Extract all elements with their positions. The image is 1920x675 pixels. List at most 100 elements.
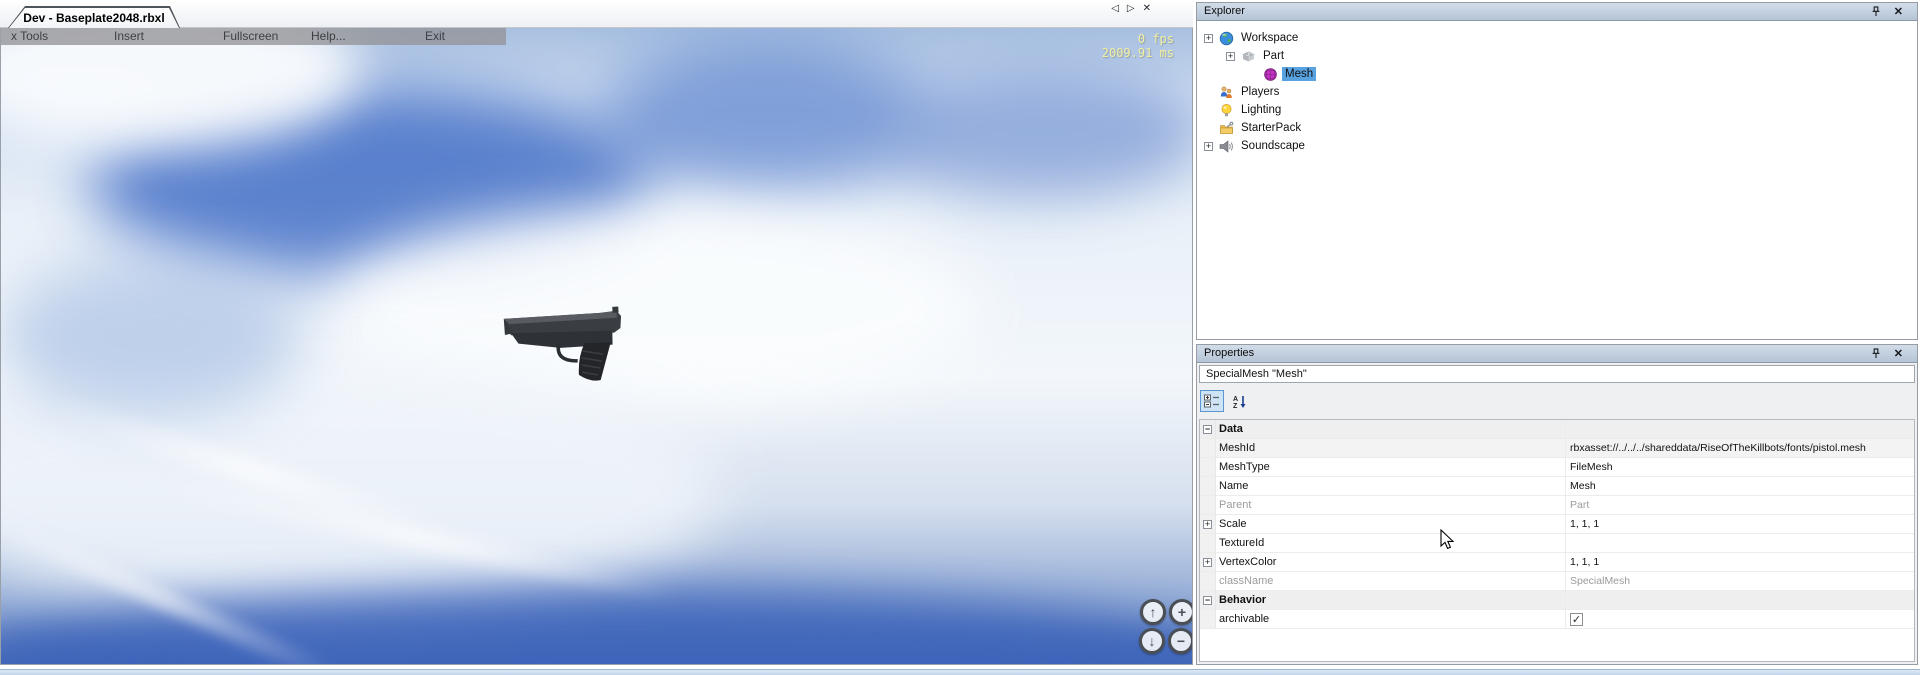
property-name: Scale [1216,515,1565,533]
categorize-icon[interactable] [1200,390,1224,412]
nav-down-button[interactable]: ↓ [1139,628,1165,654]
document-tabstrip: Dev - Baseplate2048.rbxl ◁ ▷ ✕ [0,0,1193,28]
starterpack-icon [1219,121,1234,136]
tree-item-label: Lighting [1238,103,1284,117]
expander-icon[interactable]: + [1204,34,1213,43]
expand-icon[interactable]: + [1203,558,1212,567]
roblox-studio-screen: Dev - Baseplate2048.rbxl ◁ ▷ ✕ x Tools I… [0,0,1920,675]
zoom-in-button[interactable]: + [1169,599,1193,625]
workspace-icon [1219,31,1234,46]
menu-item-help[interactable]: Help... [311,29,346,43]
explorer-header: Explorer ✕ [1197,3,1917,21]
property-value[interactable]: 1, 1, 1 [1565,553,1914,571]
tree-item-mesh[interactable]: Mesh [1197,65,1917,83]
svg-text:Z: Z [1233,403,1238,409]
section-label: Behavior [1216,591,1565,609]
close-icon[interactable]: ✕ [1894,4,1903,21]
property-row-scale: + Scale 1, 1, 1 [1200,515,1914,534]
section-label: Data [1216,420,1565,438]
taskbar-strip[interactable] [0,669,1920,675]
property-row-parent: Parent Part [1200,496,1914,515]
document-tab-title: Dev - Baseplate2048.rbxl [9,8,179,28]
tree-item-starterpack[interactable]: StarterPack [1197,119,1917,137]
property-value[interactable]: rbxasset://../../../shareddata/RiseOfThe… [1565,439,1914,457]
properties-title: Properties [1204,347,1254,359]
frame-time: 2009.91 ms [1102,46,1174,60]
tree-item-players[interactable]: Players [1197,83,1917,101]
properties-panel: Properties ✕ SpecialMesh "Mesh" A [1196,344,1918,665]
property-value: Part [1565,496,1914,514]
render-stats: 0 fps 2009.91 ms [1102,32,1174,60]
property-row-meshid: MeshId rbxasset://../../../shareddata/Ri… [1200,439,1914,458]
property-value[interactable]: Mesh [1565,477,1914,495]
tab-close-icon[interactable]: ✕ [1143,3,1151,14]
property-name: MeshId [1216,439,1565,457]
property-row-vertexcolor: + VertexColor 1, 1, 1 [1200,553,1914,572]
section-row-data[interactable]: − Data [1200,420,1914,439]
tree-item-part[interactable]: + Part [1197,47,1917,65]
mesh-icon [1263,67,1278,82]
expander-icon[interactable]: + [1226,52,1235,61]
archivable-checkbox[interactable]: ✓ [1570,613,1583,626]
properties-header: Properties ✕ [1197,345,1917,363]
menu-item-exit[interactable]: Exit [425,29,445,43]
property-value[interactable]: 1, 1, 1 [1565,515,1914,533]
menu-item-fullscreen[interactable]: Fullscreen [223,29,278,43]
property-name: TextureId [1216,534,1565,552]
nav-up-button[interactable]: ↑ [1140,599,1166,625]
cloud-blob [1,258,301,418]
tree-item-soundscape[interactable]: + Soundscape [1197,137,1917,155]
properties-toolbar: A Z [1199,387,1252,415]
property-value: SpecialMesh [1565,572,1914,590]
soundscape-icon [1219,139,1234,154]
cloud-blob [881,68,1193,198]
property-value[interactable] [1565,534,1914,552]
property-name: archivable [1216,610,1565,628]
menu-item-insert[interactable]: Insert [114,29,144,43]
tree-item-label: StarterPack [1238,121,1304,135]
property-row-name: Name Mesh [1200,477,1914,496]
tree-item-label: Soundscape [1238,139,1308,153]
expand-icon[interactable]: + [1203,520,1212,529]
property-value[interactable]: FileMesh [1565,458,1914,476]
lighting-icon [1219,103,1234,118]
property-row-archivable: archivable ✓ [1200,610,1914,629]
section-row-behavior[interactable]: − Behavior [1200,591,1914,610]
tab-next-icon[interactable]: ▷ [1127,3,1135,14]
pistol-mesh-object[interactable] [499,280,627,390]
tab-prev-icon[interactable]: ◁ [1111,3,1119,14]
property-row-classname: className SpecialMesh [1200,572,1914,591]
property-row-textureid: TextureId [1200,534,1914,553]
menu-item-tools[interactable]: x Tools [11,29,48,43]
property-name: Parent [1216,496,1565,514]
tree-item-label: Workspace [1238,31,1301,45]
tree-item-workspace[interactable]: + Workspace [1197,29,1917,47]
document-window: Dev - Baseplate2048.rbxl ◁ ▷ ✕ x Tools I… [0,0,1193,665]
property-grid: − Data MeshId rbxasset://../../../shared… [1199,419,1915,662]
tree-item-label-selected: Mesh [1282,67,1316,81]
tree-item-lighting[interactable]: Lighting [1197,101,1917,119]
svg-text:A: A [1233,396,1238,403]
property-name: MeshType [1216,458,1565,476]
document-tab[interactable]: Dev - Baseplate2048.rbxl [8,6,180,28]
collapse-icon[interactable]: − [1203,425,1212,434]
az-sort-icon[interactable]: A Z [1228,390,1252,412]
3d-viewport[interactable]: x Tools Insert Fullscreen Help... Exit 0… [0,28,1193,665]
tree-item-label: Players [1238,85,1282,99]
explorer-panel: Explorer ✕ + Workspace + [1196,2,1918,340]
property-row-meshtype: MeshType FileMesh [1200,458,1914,477]
property-name: className [1216,572,1565,590]
explorer-tree: + Workspace + Part [1197,21,1917,339]
fps-counter: 0 fps [1102,32,1174,46]
zoom-out-button[interactable]: − [1168,628,1193,654]
pin-icon[interactable] [1871,348,1881,365]
close-icon[interactable]: ✕ [1894,346,1903,363]
explorer-title: Explorer [1204,5,1245,17]
property-name: Name [1216,477,1565,495]
collapse-icon[interactable]: − [1203,596,1212,605]
selected-object-header: SpecialMesh "Mesh" [1199,365,1915,383]
expander-icon[interactable]: + [1204,142,1213,151]
property-name: VertexColor [1216,553,1565,571]
viewport-menubar: x Tools Insert Fullscreen Help... Exit [1,28,506,45]
tree-item-label: Part [1260,49,1287,63]
